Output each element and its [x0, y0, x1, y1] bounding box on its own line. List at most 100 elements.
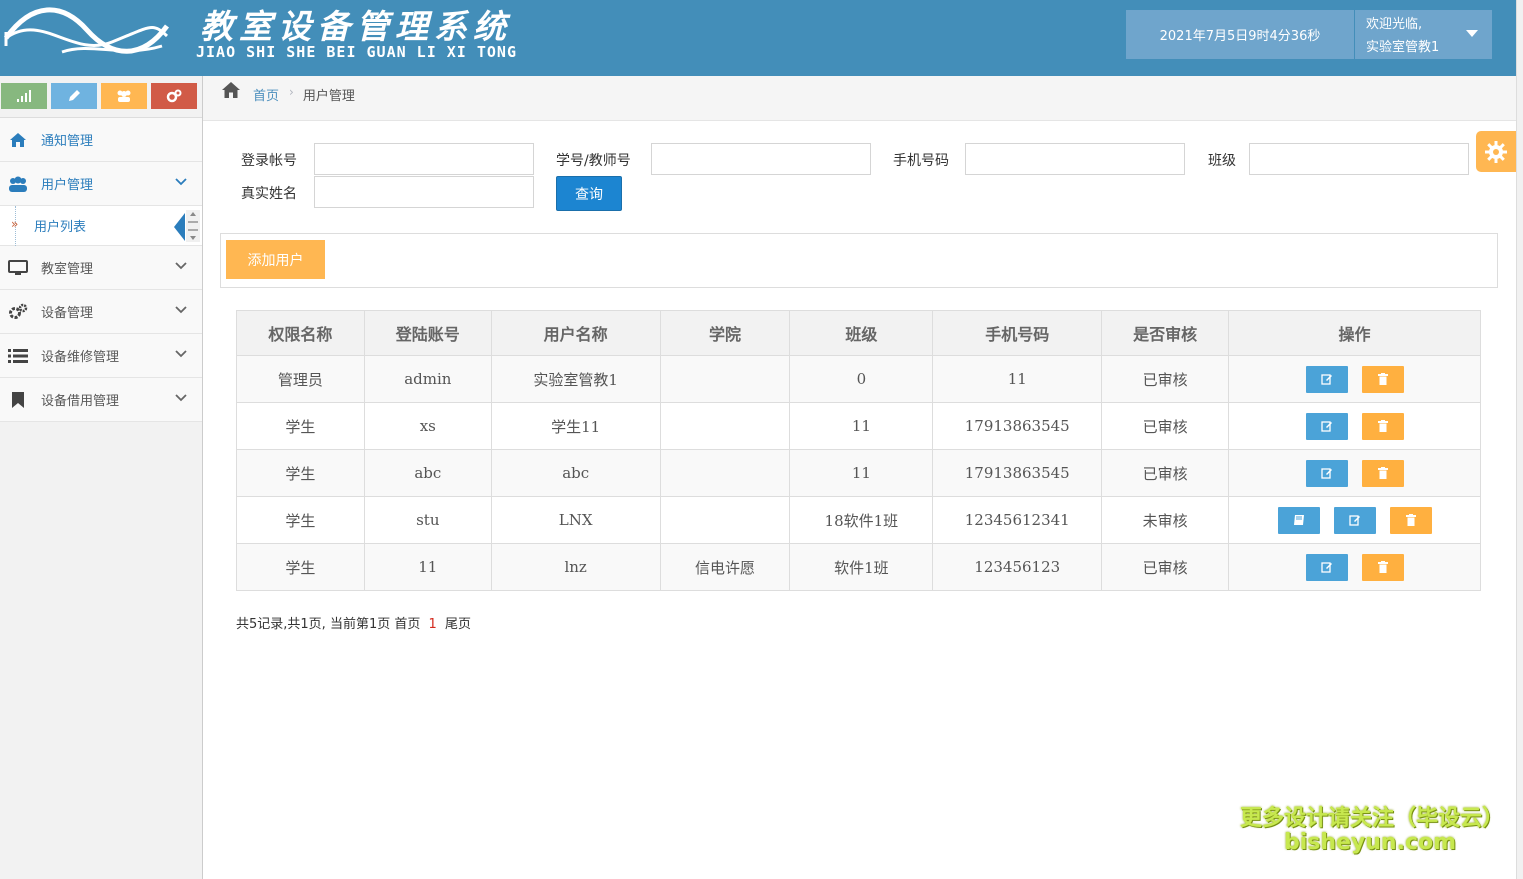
name-cell: LNX — [490, 496, 661, 544]
name-cell: abc — [490, 449, 661, 497]
class-cell: 11 — [789, 449, 934, 497]
delete-button[interactable] — [1389, 506, 1432, 534]
edit-button[interactable] — [1305, 412, 1348, 440]
login-account-label: 登录帐号 — [241, 153, 297, 169]
status-cell: 已审核 — [1101, 355, 1230, 403]
add-user-button[interactable]: 添加用户 — [226, 240, 325, 279]
account-cell: 11 — [363, 543, 492, 591]
top-header: 教室设备管理系统 JIAO SHI SHE BEI GUAN LI XI TON… — [0, 0, 1516, 76]
breadcrumb-current: 用户管理 — [302, 89, 355, 104]
shortcut-cogs-button[interactable] — [151, 83, 197, 109]
cogs-icon — [166, 89, 182, 103]
delete-button[interactable] — [1361, 459, 1404, 487]
watermark-line1: 更多设计请关注（毕设云） — [1240, 806, 1505, 831]
role-cell: 学生 — [236, 543, 365, 591]
sidebar-item-label: 设备管理 — [41, 306, 94, 321]
table-row: 学生 xs 学生11 11 17913863545 已审核 — [236, 402, 1481, 450]
delete-button[interactable] — [1361, 412, 1404, 440]
sidebar-item-label: 通知管理 — [41, 134, 94, 149]
edit-icon — [1348, 515, 1360, 526]
sidebar-scrollbar[interactable] — [186, 210, 200, 242]
sidebar-item-label: 用户管理 — [41, 178, 94, 193]
table-row: 学生 abc abc 11 17913863545 已审核 — [236, 449, 1481, 497]
pagination: 共5记录,共1页, 当前第1页 首页 1 尾页 — [236, 613, 471, 632]
desktop-icon — [8, 258, 28, 278]
table-row: 学生 11 lnz 信电许愿 软件1班 123456123 已审核 — [236, 543, 1481, 591]
college-cell — [659, 449, 791, 497]
phone-input[interactable] — [965, 143, 1185, 175]
shortcut-signal-button[interactable] — [1, 83, 47, 109]
submenu-marker: » — [11, 217, 19, 231]
account-cell: stu — [363, 496, 492, 544]
phone-cell: 11 — [932, 355, 1103, 403]
app-title: 教室设备管理系统 — [200, 7, 512, 46]
wave-logo-icon — [3, 7, 170, 54]
college-cell — [659, 355, 791, 403]
current-datetime: 2021年7月5日9时4分36秒 — [1126, 10, 1354, 59]
edit-button[interactable] — [1333, 506, 1376, 534]
edit-icon — [1320, 421, 1332, 432]
table-row: 学生 stu LNX 18软件1班 12345612341 未审核 — [236, 496, 1481, 544]
shortcut-pencil-button[interactable] — [51, 83, 97, 109]
trash-icon — [1377, 561, 1388, 573]
watermark: 更多设计请关注（毕设云） bisheyun.com — [1240, 800, 1505, 855]
account-cell: admin — [363, 355, 492, 403]
breadcrumb: 首页 › 用户管理 — [203, 76, 1516, 121]
settings-button[interactable] — [1476, 131, 1516, 172]
query-button[interactable]: 查询 — [556, 176, 622, 211]
phone-label: 手机号码 — [893, 153, 949, 169]
class-label: 班级 — [1208, 153, 1236, 169]
pagination-summary: 共5记录,共1页, 当前第1页 — [236, 617, 391, 632]
chevron-down-icon — [175, 306, 187, 314]
sidebar-item-borrow[interactable]: 设备借用管理 — [0, 378, 202, 422]
sidebar-subitem-user-list[interactable]: » 用户列表 — [0, 206, 202, 246]
sidebar-item-repair[interactable]: 设备维修管理 — [0, 334, 202, 378]
breadcrumb-home-link[interactable]: 首页 — [253, 85, 279, 104]
phone-cell: 12345612341 — [932, 496, 1103, 544]
name-cell: 学生11 — [490, 402, 661, 450]
role-cell: 学生 — [236, 402, 365, 450]
delete-button[interactable] — [1361, 365, 1404, 393]
first-page-link[interactable]: 首页 — [394, 617, 420, 632]
class-cell: 软件1班 — [789, 543, 934, 591]
column-header: 权限名称 — [236, 310, 365, 356]
name-cell: lnz — [490, 543, 661, 591]
shortcut-bar — [0, 76, 202, 118]
real-name-input[interactable] — [314, 176, 534, 208]
account-cell: xs — [363, 402, 492, 450]
phone-cell: 123456123 — [932, 543, 1103, 591]
class-input[interactable] — [1249, 143, 1469, 175]
gear-icon — [1485, 140, 1507, 163]
class-cell: 18软件1班 — [789, 496, 934, 544]
role-cell: 管理员 — [236, 355, 365, 403]
column-header: 学院 — [659, 310, 791, 356]
user-menu[interactable]: 欢迎光临, 实验室管教1 — [1355, 10, 1492, 59]
column-header: 操作 — [1228, 310, 1481, 356]
page-scrollbar[interactable] — [1516, 0, 1523, 879]
student-teacher-id-input[interactable] — [651, 143, 871, 175]
class-cell: 0 — [789, 355, 934, 403]
toolbar-panel: 添加用户 — [220, 233, 1498, 288]
edit-button[interactable] — [1305, 459, 1348, 487]
last-page-link[interactable]: 尾页 — [445, 617, 471, 632]
current-page-number[interactable]: 1 — [429, 617, 437, 632]
shortcut-users-button[interactable] — [101, 83, 147, 109]
sidebar-item-equipment[interactable]: 设备管理 — [0, 290, 202, 334]
watermark-line2: bisheyun.com — [1283, 830, 1457, 855]
college-cell: 信电许愿 — [659, 543, 791, 591]
sidebar-item-classroom[interactable]: 教室管理 — [0, 246, 202, 290]
login-account-input[interactable] — [314, 143, 534, 175]
actions-cell — [1228, 496, 1481, 544]
active-arrow-icon — [174, 213, 185, 241]
signal-icon — [17, 90, 31, 102]
home-icon — [8, 130, 28, 150]
edit-button[interactable] — [1305, 365, 1348, 393]
real-name-label: 真实姓名 — [241, 186, 297, 202]
edit-button[interactable] — [1305, 553, 1348, 581]
sidebar-item-users[interactable]: 用户管理 — [0, 162, 202, 206]
column-header: 是否审核 — [1101, 310, 1230, 356]
sidebar-subitem-label: 用户列表 — [34, 220, 87, 235]
approve-button[interactable] — [1277, 506, 1320, 534]
delete-button[interactable] — [1361, 553, 1404, 581]
sidebar-item-notice[interactable]: 通知管理 — [0, 118, 202, 162]
